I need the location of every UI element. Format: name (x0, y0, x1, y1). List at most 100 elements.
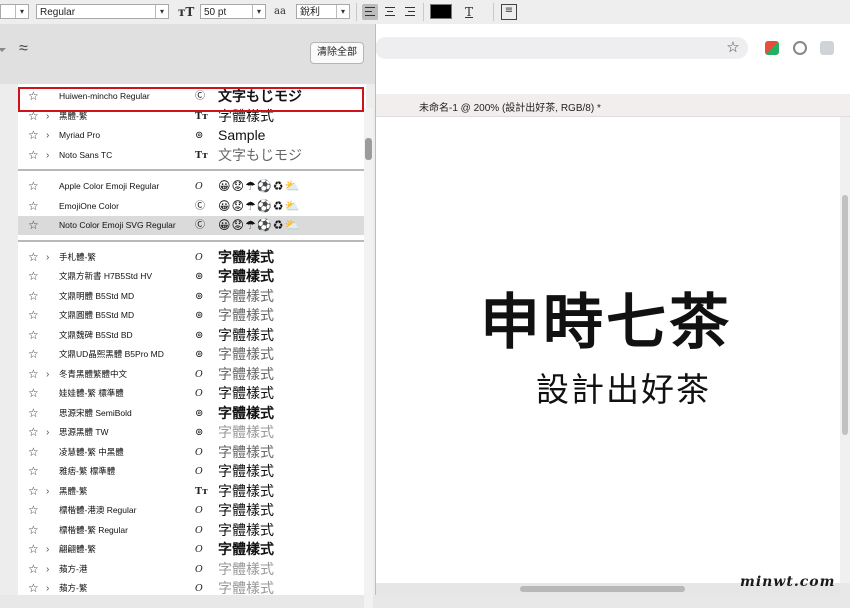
document-tab[interactable]: 未命名-1 @ 200% (設計出好茶, RGB/8) * (375, 94, 850, 117)
expand-chevron-icon[interactable]: › (46, 249, 49, 266)
expand-chevron-icon[interactable]: › (46, 561, 49, 578)
clear-all-button[interactable]: 清除全部 (310, 42, 364, 64)
expand-chevron-icon[interactable]: › (46, 366, 49, 383)
favorite-star-icon[interactable]: ☆ (28, 561, 39, 578)
font-item[interactable]: ☆ 文鼎UD晶熙黑體 B5Pro MD ⊚ 字體樣式 (18, 345, 366, 364)
font-item[interactable]: ☆ Noto Color Emoji SVG Regular Ⓒ 😀😟☂⚽♻⛅ (18, 216, 366, 235)
favorite-star-icon[interactable]: ☆ (28, 502, 39, 519)
expand-chevron-icon[interactable]: › (46, 483, 49, 500)
font-sample: 字體樣式 (218, 443, 274, 460)
favorite-star-icon[interactable]: ☆ (28, 307, 39, 324)
vertical-scrollbar[interactable] (840, 117, 850, 583)
font-item[interactable]: ☆ 文鼎明體 B5Std MD ⊚ 字體樣式 (18, 287, 366, 306)
extension-icon[interactable] (820, 41, 834, 55)
font-item[interactable]: ☆ 娃娃體-繁 標準體 O 字體樣式 (18, 384, 366, 403)
scroll-thumb[interactable] (365, 138, 372, 160)
character-toolbar: ▾ Regular ▾ ᴛT 50 pt ▾ aa 銳利 ▾ T ≡ (0, 0, 850, 25)
font-sample: 字體樣式 (218, 287, 274, 304)
font-item[interactable]: ☆ 文鼎魏碑 B5Std BD ⊚ 字體樣式 (18, 326, 366, 345)
font-item[interactable]: ☆ › 冬青黑體繁體中文 O 字體樣式 (18, 365, 366, 384)
font-list-scrollbar[interactable] (364, 108, 373, 608)
font-style-select[interactable]: Regular ▾ (36, 4, 169, 19)
favorite-star-icon[interactable]: ☆ (28, 327, 39, 344)
font-sample: 字體樣式 (218, 502, 274, 518)
favorite-star-icon[interactable]: ☆ (28, 346, 39, 363)
document-tab-title: 未命名-1 @ 200% (設計出好茶, RGB/8) * (419, 103, 601, 114)
scroll-thumb[interactable] (842, 195, 848, 435)
font-item[interactable]: ☆ 標楷體-港澳 Regular O 字體樣式 (18, 501, 366, 520)
font-item[interactable]: ☆ EmojiOne Color Ⓒ 😀😟☂⚽♻⛅ (18, 197, 366, 216)
expand-chevron-icon[interactable]: › (46, 147, 49, 164)
font-type-icon: O (195, 505, 203, 516)
character-panel-icon[interactable]: ≡ (501, 4, 517, 20)
font-name: 手札體-繁 (59, 251, 96, 262)
expand-chevron-icon[interactable]: › (46, 424, 49, 441)
font-item[interactable]: ☆ › Myriad Pro ⊚ Sample (18, 126, 366, 145)
favorite-star-icon[interactable]: ☆ (28, 483, 39, 500)
expand-chevron-icon[interactable]: › (46, 580, 49, 597)
browser-window: ☆ (370, 24, 850, 94)
font-type-icon: O (195, 583, 203, 594)
font-type-icon: Ⓒ (195, 200, 205, 212)
font-sample: 字體樣式 (218, 424, 274, 440)
subhead-text-layer[interactable]: 設計出好茶 (536, 368, 711, 412)
address-bar[interactable] (375, 37, 748, 59)
font-item[interactable]: ☆ › 思源黑體 TW ⊚ 字體樣式 (18, 423, 366, 442)
extension-icon[interactable] (765, 41, 779, 55)
text-color-swatch[interactable] (430, 4, 452, 19)
favorite-star-icon[interactable]: ☆ (28, 178, 39, 195)
favorite-star-icon[interactable]: ☆ (28, 424, 39, 441)
font-item[interactable]: ☆ › 蘋方-港 O 字體樣式 (18, 560, 366, 579)
font-sample: 字體樣式 (218, 365, 274, 382)
font-name: 雅痞-繁 標準體 (59, 466, 116, 476)
favorite-star-icon[interactable]: ☆ (28, 217, 39, 234)
font-item[interactable]: ☆ › 黑體-繁 Tт 字體樣式 (18, 482, 366, 501)
font-item[interactable]: ☆ › Noto Sans TC Tт 文字もじモジ (18, 146, 366, 165)
chevron-down-icon[interactable] (0, 48, 6, 52)
favorite-star-icon[interactable]: ☆ (28, 147, 39, 164)
favorite-star-icon[interactable]: ☆ (28, 580, 39, 597)
antialias-select[interactable]: 銳利 ▾ (296, 4, 350, 19)
align-right-button[interactable] (402, 4, 418, 20)
favorite-star-icon[interactable]: ☆ (28, 288, 39, 305)
expand-chevron-icon[interactable]: › (46, 127, 49, 144)
font-type-icon: Ⓒ (195, 220, 205, 231)
favorite-star-icon[interactable]: ☆ (28, 268, 39, 285)
font-item[interactable]: ☆ 雅痞-繁 標準體 O 字體樣式 (18, 462, 366, 481)
favorite-star-icon[interactable]: ☆ (28, 522, 39, 539)
font-item[interactable]: ☆ Apple Color Emoji Regular O 😀😟☂⚽♻⛅ (18, 177, 366, 196)
font-item[interactable]: ☆ › 翩翩體-繁 O 字體樣式 (18, 540, 366, 559)
font-item[interactable]: ☆ › 蘋方-繁 O 字體樣式 (18, 579, 366, 598)
favorite-star-icon[interactable]: ☆ (28, 444, 39, 461)
favorite-star-icon[interactable]: ☆ (28, 541, 39, 558)
font-size-select[interactable]: 50 pt ▾ (200, 4, 266, 19)
favorite-star-icon[interactable]: ☆ (28, 463, 39, 480)
watermark: minwt.com (740, 574, 836, 590)
bookmark-star-icon[interactable]: ☆ (723, 37, 743, 59)
extension-icon[interactable] (793, 41, 807, 55)
favorite-star-icon[interactable]: ☆ (28, 385, 39, 402)
font-item[interactable]: ☆ 標楷體-繁 Regular O 字體樣式 (18, 521, 366, 540)
font-sample: 字體樣式 (218, 307, 274, 323)
font-family-select[interactable]: ▾ (0, 4, 29, 19)
favorite-star-icon[interactable]: ☆ (28, 198, 39, 215)
scroll-thumb[interactable] (520, 586, 685, 592)
align-left-button[interactable] (362, 4, 378, 20)
favorite-star-icon[interactable]: ☆ (28, 405, 39, 422)
warp-text-icon[interactable]: T (465, 4, 473, 20)
similar-fonts-icon[interactable]: ≈ (19, 40, 28, 58)
font-type-icon: O (195, 544, 203, 555)
headline-text-layer[interactable]: 申時七茶 (480, 283, 732, 363)
font-sample: Sample (218, 127, 266, 143)
font-item[interactable]: ☆ 文鼎圓體 B5Std MD ⊚ 字體樣式 (18, 306, 366, 325)
font-item[interactable]: ☆ 文鼎方新書 H7B5Std HV ⊚ 字體樣式 (18, 267, 366, 286)
font-item[interactable]: ☆ › 手札體-繁 O 字體樣式 (18, 248, 366, 267)
align-center-button[interactable] (382, 4, 398, 20)
favorite-star-icon[interactable]: ☆ (28, 127, 39, 144)
favorite-star-icon[interactable]: ☆ (28, 249, 39, 266)
font-item[interactable]: ☆ 思源宋體 SemiBold ⊚ 字體樣式 (18, 404, 366, 423)
expand-chevron-icon[interactable]: › (46, 541, 49, 558)
font-item[interactable]: ☆ 凌慧體-繁 中黑體 O 字體樣式 (18, 443, 366, 462)
favorite-star-icon[interactable]: ☆ (28, 366, 39, 383)
font-name: 黑體-繁 (59, 485, 88, 496)
